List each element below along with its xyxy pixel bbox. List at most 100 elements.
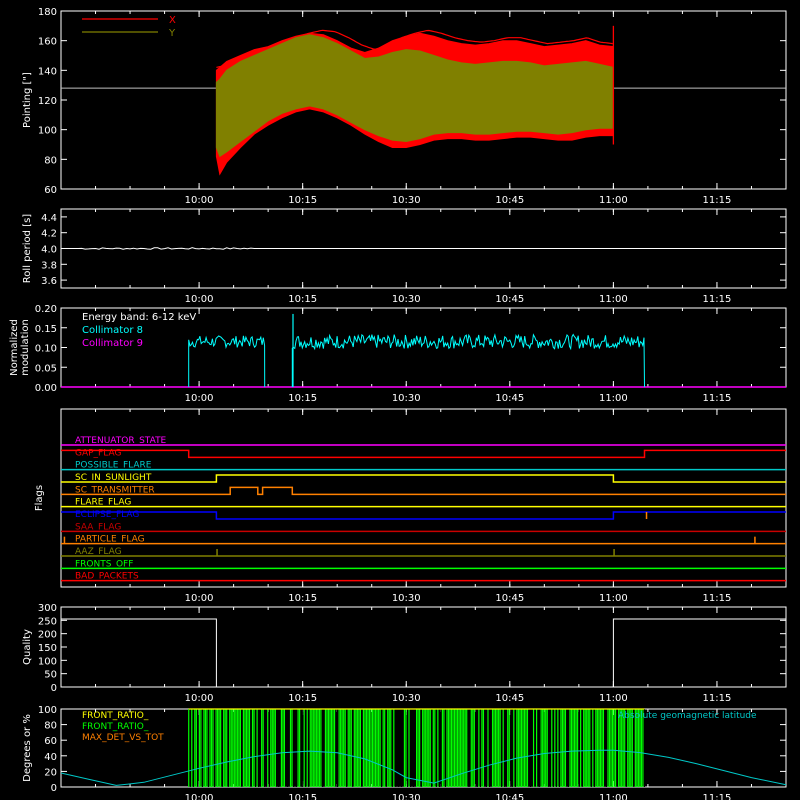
pointing-ytick-label: 60 xyxy=(44,185,57,196)
quality-panel: 10:00 10:15 10:30 10:45 11:00 11:15 0 50 100 150 2… xyxy=(22,603,787,704)
modulation-ytick-label: 0.00 xyxy=(35,383,57,394)
front_ratio-ytick-label: 20 xyxy=(44,767,57,778)
pointing-ytick-label: 120 xyxy=(38,96,57,107)
front-ratio-legend-label: FRONT_RATIO_ xyxy=(82,722,149,732)
flags-xtick-label: 10:15 xyxy=(288,593,317,604)
modulation-legend-label: Collimator 9 xyxy=(82,338,143,349)
modulation-xtick-label: 10:15 xyxy=(288,393,317,404)
flag-label: SAA_FLAG xyxy=(75,522,121,532)
roll-xtick-label: 11:00 xyxy=(599,294,628,305)
pointing-ylabel: Pointing ["] xyxy=(22,72,33,128)
front-ratio-legend-label: FRONT_RATIO_ xyxy=(82,711,149,721)
quality-ytick-label: 0 xyxy=(51,683,57,694)
flag-label: SC_IN_SUNLIGHT xyxy=(75,473,152,483)
roll-xtick-label: 10:00 xyxy=(185,294,214,305)
flags-xtick-label: 10:30 xyxy=(392,593,421,604)
flag-label: FRONTS_OFF xyxy=(75,559,133,569)
geomagnetic-legend-label: Absolute geomagnetic latitude xyxy=(618,711,757,721)
front_ratio-xtick-label: 10:30 xyxy=(392,793,421,800)
pointing-ytick-label: 160 xyxy=(38,37,57,48)
front_ratio-ytick-label: 80 xyxy=(44,721,57,732)
modulation-xtick-label: 11:15 xyxy=(703,393,732,404)
quality-xtick-label: 10:30 xyxy=(392,693,421,704)
front_ratio-xtick-label: 11:00 xyxy=(599,793,628,800)
modulation-legend-label: Collimator 8 xyxy=(82,325,143,336)
flag-label: ECLIPSE_FLAG xyxy=(75,510,139,520)
pointing-ytick-label: 80 xyxy=(44,155,57,166)
front_ratio-xtick-label: 11:15 xyxy=(703,793,732,800)
collimator-8-segment xyxy=(188,335,266,388)
flag-label: ATTENUATOR_STATE xyxy=(75,436,167,446)
front_ratio-ytick-label: 60 xyxy=(44,736,57,747)
pointing-xtick-label: 11:00 xyxy=(599,195,628,206)
quality-ytick-label: 200 xyxy=(38,630,57,641)
quality-ytick-label: 100 xyxy=(38,656,57,667)
quality-ytick-label: 300 xyxy=(38,603,57,614)
modulation-ytick-label: 0.20 xyxy=(35,304,57,315)
modulation-panel: 10:00 10:15 10:30 10:45 11:00 11:15 0.00 0.05 0.… xyxy=(9,304,787,404)
quality-ytick-label: 150 xyxy=(38,643,57,654)
pointing-legend-label: X xyxy=(169,15,176,26)
modulation-ytick-label: 0.15 xyxy=(35,324,57,335)
modulation-annotation: Energy band: 6-12 keV xyxy=(82,312,196,323)
flag-label: AAZ_FLAG xyxy=(75,547,122,557)
roll-ytick-label: 4.0 xyxy=(41,245,57,256)
flag-label: PARTICLE_FLAG xyxy=(75,535,145,545)
flags-xtick-label: 10:00 xyxy=(185,593,214,604)
flag-label: SC_TRANSMITTER xyxy=(75,485,155,495)
figure: 10:00 10:15 10:30 10:45 11:00 11:15 60 80 100 120… xyxy=(9,7,787,800)
quality-xtick-label: 10:15 xyxy=(288,693,317,704)
flag-line xyxy=(61,449,786,459)
pointing-xtick-label: 11:15 xyxy=(703,195,732,206)
pointing-ytick-label: 180 xyxy=(38,7,57,18)
front_ratio-panel: 10:00 10:15 10:30 10:45 11:00 11:15 0 20 40 60 80 1… xyxy=(22,705,787,800)
front_ratio-xtick-label: 10:00 xyxy=(185,793,214,800)
quality-ytick-label: 250 xyxy=(38,616,57,627)
pointing-ytick-label: 140 xyxy=(38,66,57,77)
flag-line xyxy=(61,511,786,520)
quality-xtick-label: 11:15 xyxy=(703,693,732,704)
flag-label: POSSIBLE_FLARE xyxy=(75,461,152,471)
roll-xtick-label: 10:30 xyxy=(392,294,421,305)
modulation-xtick-label: 11:00 xyxy=(599,393,628,404)
quality-ytick-label: 50 xyxy=(44,670,57,681)
flag-line xyxy=(61,486,786,496)
front_ratio-xtick-label: 10:45 xyxy=(495,793,524,800)
pointing-xtick-label: 10:45 xyxy=(495,195,524,206)
front-ratio-legend-label: MAX_DET_VS_TOT xyxy=(82,733,164,743)
front_ratio-ylabel: Degrees or % xyxy=(22,714,33,782)
flags-ylabel: Flags xyxy=(34,485,45,511)
front_ratio-ytick-label: 0 xyxy=(51,783,57,794)
roll-ylabel: Roll period [s] xyxy=(22,214,33,283)
modulation-ylabel: Normalized xyxy=(9,319,20,376)
flag-label: FLARE_FLAG xyxy=(75,498,131,508)
quality-xtick-label: 11:00 xyxy=(599,693,628,704)
roll-xtick-label: 10:45 xyxy=(495,294,524,305)
roll-xtick-label: 10:15 xyxy=(288,294,317,305)
roll-panel: 10:00 10:15 10:30 10:45 11:00 11:15 3.6 3.8 4.0 4… xyxy=(22,208,787,305)
roll-ytick-label: 4.4 xyxy=(41,213,57,224)
pointing-panel: 10:00 10:15 10:30 10:45 11:00 11:15 60 80 100 120… xyxy=(22,7,787,206)
modulation-ytick-label: 0.10 xyxy=(35,344,57,355)
flags-frame xyxy=(60,408,787,588)
flags-xtick-label: 10:45 xyxy=(495,593,524,604)
flag-label: GAP_FLAG xyxy=(75,448,121,458)
pointing-legend-label: Y xyxy=(168,28,176,39)
roll-ytick-label: 3.6 xyxy=(41,276,57,287)
flag-label: BAD_PACKETS xyxy=(75,572,139,582)
modulation-xtick-label: 10:00 xyxy=(185,393,214,404)
roll-series-line xyxy=(61,247,786,250)
flags-xtick-label: 11:15 xyxy=(703,593,732,604)
quality-series-line xyxy=(61,618,786,688)
front_ratio-xtick-label: 10:15 xyxy=(288,793,317,800)
collimator-8-segment xyxy=(291,333,645,388)
pointing-ytick-label: 100 xyxy=(38,126,57,137)
roll-ytick-label: 3.8 xyxy=(41,260,57,271)
pointing-xtick-label: 10:15 xyxy=(288,195,317,206)
modulation-ylabel: modulation xyxy=(20,319,31,376)
front_ratio-ytick-label: 40 xyxy=(44,752,57,763)
modulation-xtick-label: 10:30 xyxy=(392,393,421,404)
roll-xtick-label: 11:15 xyxy=(703,294,732,305)
flags-panel: 10:00 10:15 10:30 10:45 11:00 11:15 Flags ATTEN… xyxy=(34,408,787,604)
pointing-xtick-label: 10:30 xyxy=(392,195,421,206)
